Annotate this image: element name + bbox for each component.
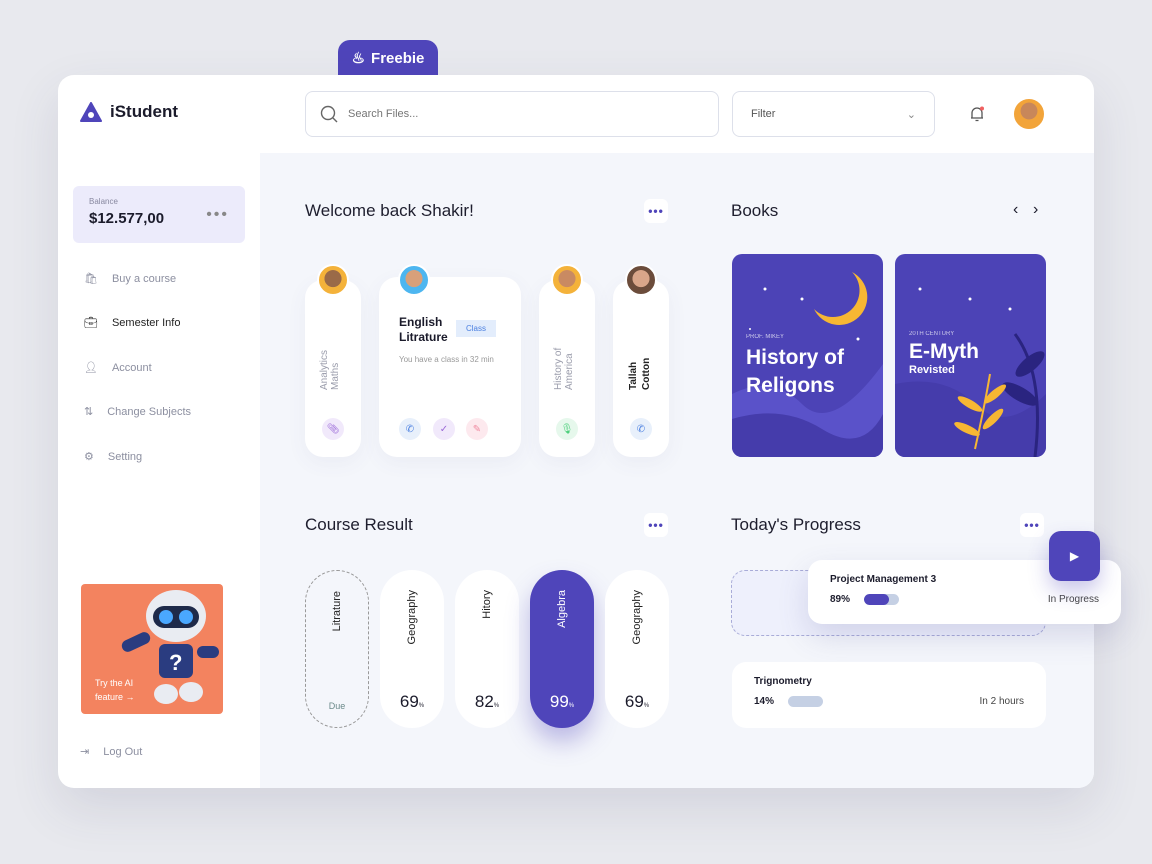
- book-card[interactable]: PROF. MIKEY History of Religons: [732, 254, 883, 457]
- course-result-more-button[interactable]: •••: [644, 513, 668, 537]
- sidebar-item-change-subjects[interactable]: ⇅ Change Subjects: [84, 405, 191, 419]
- pencil-icon[interactable]: ✎: [466, 418, 488, 440]
- book-card[interactable]: 20TH CENTURY E-Myth Revisted: [895, 254, 1046, 457]
- course-pill[interactable]: Litrature Due: [305, 570, 369, 728]
- course-result-title: Course Result: [305, 515, 413, 534]
- course-pill[interactable]: Hitory 82%: [455, 570, 519, 728]
- search-icon: [320, 105, 338, 123]
- phone-icon[interactable]: ✆: [399, 418, 421, 440]
- microphone-icon[interactable]: 🎙︎: [556, 418, 578, 440]
- welcome-more-button[interactable]: •••: [644, 199, 668, 223]
- check-circle-icon[interactable]: ✓: [433, 418, 455, 440]
- progress-more-button[interactable]: •••: [1020, 513, 1044, 537]
- class-avatar: [317, 264, 349, 296]
- shopping-bag-icon: 🛍︎: [84, 273, 98, 285]
- freebie-tab[interactable]: ♨ Freebie: [338, 40, 438, 80]
- sidebar-item-buy-course[interactable]: 🛍︎ Buy a course: [84, 272, 176, 286]
- phone-icon[interactable]: ✆: [630, 418, 652, 440]
- chevron-left-icon[interactable]: ‹: [1013, 201, 1018, 219]
- user-avatar[interactable]: [1012, 97, 1046, 131]
- welcome-title: Welcome back Shakir!: [305, 201, 474, 220]
- class-card[interactable]: Tallah Cotton ✆: [613, 280, 669, 457]
- play-button[interactable]: ▶: [1049, 531, 1100, 581]
- sidebar-item-setting[interactable]: ⚙ Setting: [84, 450, 142, 464]
- filter-dropdown[interactable]: Filter ⌄: [732, 91, 935, 137]
- progress-bar: [788, 696, 824, 707]
- course-pill-highlighted[interactable]: Algebra 99%: [530, 570, 594, 728]
- ai-feature-card[interactable]: ? Try the AI feature →: [81, 584, 223, 714]
- balance-card: Balance $12.577,00 •••: [73, 186, 245, 243]
- class-card-featured[interactable]: English Litrature Class You have a class…: [379, 277, 521, 457]
- class-avatar: [551, 264, 583, 296]
- flame-icon: ♨: [351, 50, 366, 67]
- more-options-button[interactable]: •••: [206, 206, 229, 224]
- logout-icon: ⇥: [80, 746, 90, 758]
- logo[interactable]: iStudent: [80, 102, 178, 122]
- sidebar-item-semester-info[interactable]: 💼︎ Semester Info: [84, 316, 180, 330]
- search-box[interactable]: [305, 91, 719, 137]
- gear-icon: ⚙: [84, 451, 94, 463]
- logo-icon: [80, 102, 102, 122]
- swap-arrows-icon: ⇅: [84, 406, 94, 418]
- class-avatar: [625, 264, 657, 296]
- user-icon: 👤︎: [84, 362, 98, 374]
- course-pill[interactable]: Geography 69%: [605, 570, 669, 728]
- briefcase-icon: 💼︎: [84, 317, 98, 329]
- arrow-right-icon: →: [125, 692, 135, 702]
- search-input[interactable]: [348, 108, 688, 120]
- class-card[interactable]: Analytics Maths 📎︎: [305, 280, 361, 457]
- sidebar-item-account[interactable]: 👤︎ Account: [84, 361, 152, 375]
- class-avatar: [398, 264, 430, 296]
- progress-title: Today's Progress: [731, 515, 861, 534]
- play-icon: ▶: [1069, 549, 1080, 563]
- class-badge: Class: [456, 320, 497, 337]
- progress-item[interactable]: Trignometry 14% In 2 hours: [732, 662, 1046, 728]
- bell-icon[interactable]: [968, 105, 986, 128]
- chevron-down-icon: ⌄: [906, 108, 916, 121]
- class-card[interactable]: History of America 🎙︎: [539, 280, 595, 457]
- chevron-right-icon[interactable]: ›: [1033, 201, 1038, 219]
- books-title: Books: [731, 201, 779, 220]
- progress-bar: [864, 594, 900, 605]
- logout-button[interactable]: ⇥ Log Out: [80, 745, 142, 759]
- paperclip-icon[interactable]: 📎︎: [322, 418, 344, 440]
- svg-text:?: ?: [169, 650, 182, 675]
- course-pill[interactable]: Geography 69%: [380, 570, 444, 728]
